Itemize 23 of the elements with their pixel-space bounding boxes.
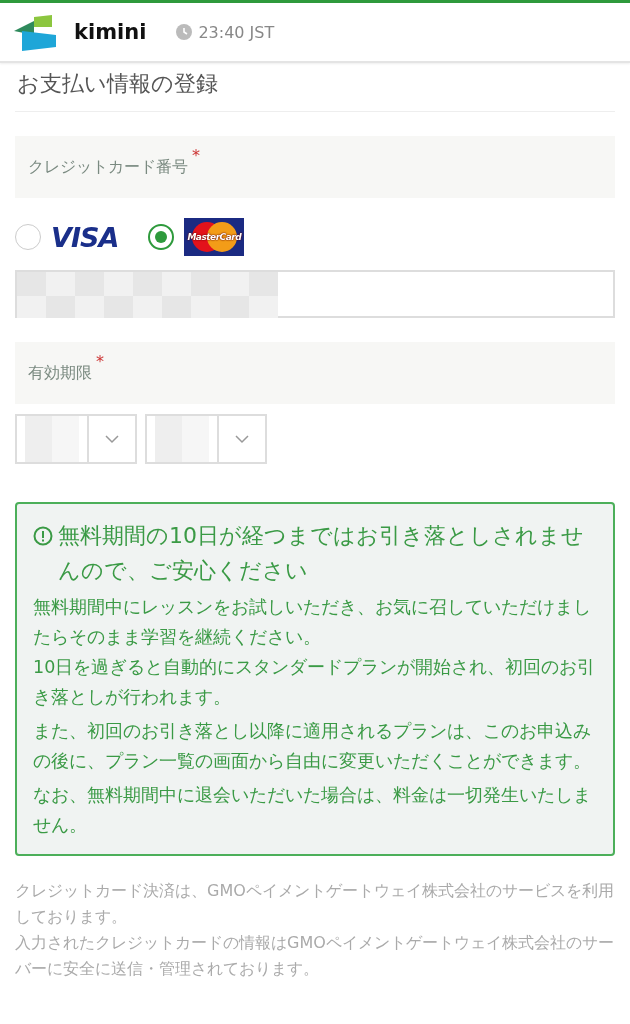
field-label: クレジットカード番号 bbox=[28, 156, 188, 178]
notice-paragraph: 無料期間中にレッスンをお試しいただき、お気に召していただけましたらそのまま学習を継続ください。 10日を過ぎると自動的にスタンダードプランが開始され、初回のお引き落としが行われます。 bbox=[33, 596, 597, 709]
field-label: 有効期限 bbox=[28, 362, 92, 384]
time-text: 23:40 JST bbox=[198, 22, 275, 42]
notice-headline: 無料期間の10日が経つまではお引き落としされませんので、ご安心ください bbox=[58, 522, 585, 585]
required-mark: * bbox=[192, 146, 200, 165]
alert-icon bbox=[33, 526, 53, 546]
footer-text: クレジットカード決済は、GMOペイメントゲートウェイ株式会社のサービスを利用しております。 bbox=[15, 880, 615, 928]
clock-icon bbox=[176, 24, 193, 40]
radio-button[interactable] bbox=[15, 224, 41, 250]
logo-text: kimini bbox=[74, 20, 147, 44]
visa-logo: VISA bbox=[51, 221, 119, 253]
notice-paragraph: なお、無料期間中に退会いただいた場合は、料金は一切発生いたしません。 bbox=[33, 784, 592, 837]
chevron-down-icon bbox=[234, 434, 250, 444]
chevron-down-icon bbox=[104, 434, 120, 444]
dropdown[interactable] bbox=[145, 414, 267, 464]
footer-text: 入力されたクレジットカードの情報はGMOペイメントゲートウェイ株式会社のサーバーに安全に送信・管理されております。 bbox=[15, 932, 615, 980]
radio-button[interactable] bbox=[148, 224, 175, 250]
notice-paragraph: また、初回のお引き落とし以降に適用されるプランは、このお申込みの後に、プラン一覧の画面から自由に変更いただくことができます。 bbox=[33, 720, 592, 773]
dropdown[interactable] bbox=[15, 414, 137, 464]
page-title: お支払い情報の登録 bbox=[15, 63, 615, 112]
card-number-field[interactable] bbox=[15, 270, 615, 318]
required-mark: * bbox=[96, 352, 104, 371]
